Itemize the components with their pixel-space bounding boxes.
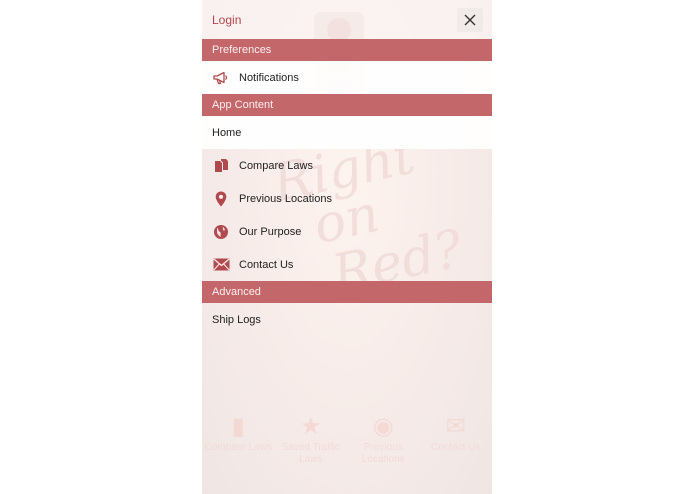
- menu-item-home[interactable]: Home: [202, 116, 492, 149]
- megaphone-icon: [212, 69, 230, 87]
- menu-item-label: Notifications: [239, 71, 299, 84]
- globe-icon: [212, 223, 230, 241]
- close-icon: [464, 14, 476, 25]
- section-header-app-content: App Content: [202, 94, 492, 116]
- map-pin-icon: [212, 190, 230, 208]
- menu-item-ship-logs[interactable]: Ship Logs: [202, 303, 492, 336]
- login-link[interactable]: Login: [212, 13, 241, 27]
- menu-item-contact-us[interactable]: Contact Us: [202, 248, 492, 281]
- drawer-header: Login: [202, 0, 492, 39]
- menu-item-our-purpose[interactable]: Our Purpose: [202, 215, 492, 248]
- envelope-icon: [212, 256, 230, 274]
- documents-icon: [212, 157, 230, 175]
- close-button[interactable]: [457, 7, 483, 32]
- menu-item-label: Contact Us: [239, 258, 294, 271]
- section-header-preferences: Preferences: [202, 39, 492, 61]
- menu-item-label: Home: [212, 126, 242, 139]
- menu-item-notifications[interactable]: Notifications: [202, 61, 492, 94]
- section-header-advanced: Advanced: [202, 281, 492, 303]
- app-screen: Right on Red? ▮ Compare Laws ★ Saved Tra…: [202, 0, 492, 494]
- navigation-drawer: Login Preferences Notifications App Cont…: [202, 0, 492, 494]
- menu-item-label: Our Purpose: [239, 225, 302, 238]
- menu-item-label: Ship Logs: [212, 313, 261, 326]
- menu-item-label: Compare Laws: [239, 159, 313, 172]
- menu-item-compare-laws[interactable]: Compare Laws: [202, 149, 492, 182]
- menu-item-previous-locations[interactable]: Previous Locations: [202, 182, 492, 215]
- menu-item-label: Previous Locations: [239, 192, 332, 205]
